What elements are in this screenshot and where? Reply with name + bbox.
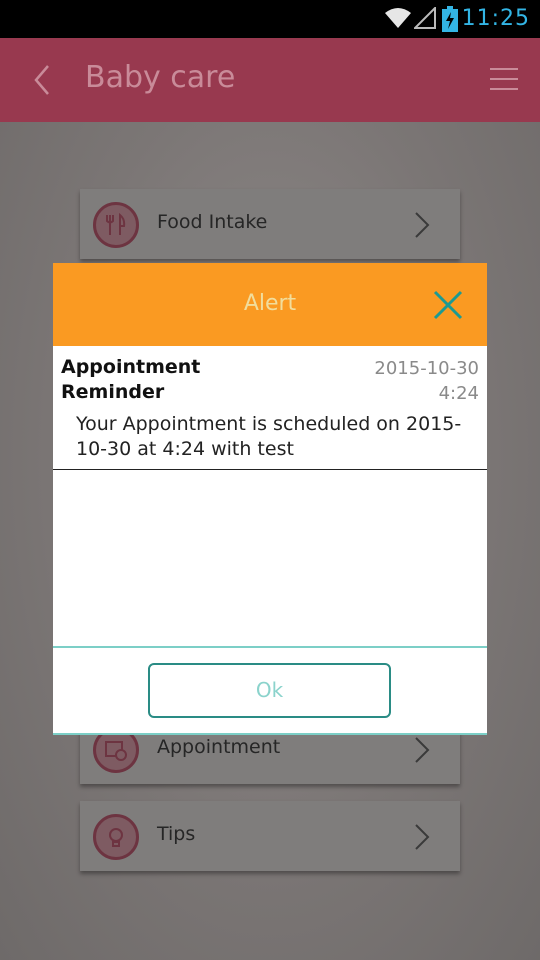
divider <box>53 733 487 735</box>
chevron-right-icon <box>414 823 430 855</box>
dialog-header: Alert <box>53 263 487 346</box>
alert-dialog: Alert Appointment Reminder 2015-10-30 4:… <box>53 263 487 735</box>
hamburger-menu-icon[interactable] <box>490 66 518 92</box>
message-date: 2015-10-30 <box>374 358 479 379</box>
app-bar: Baby care <box>0 38 540 122</box>
status-bar: 11:25 <box>0 0 540 38</box>
back-icon[interactable] <box>30 62 54 98</box>
close-icon[interactable] <box>432 289 464 321</box>
divider <box>53 646 487 648</box>
chevron-right-icon <box>414 211 430 243</box>
menu-item-tips[interactable]: Tips <box>80 801 460 871</box>
menu-item-label: Food Intake <box>157 211 268 233</box>
menu-item-label: Appointment <box>157 736 281 758</box>
dialog-title: Alert <box>243 291 297 316</box>
message-body: Your Appointment is scheduled on 2015-10… <box>76 413 462 460</box>
battery-charging-icon <box>442 6 458 36</box>
fork-knife-icon <box>93 202 139 248</box>
divider <box>53 469 487 470</box>
page-title: Baby care <box>85 60 236 95</box>
lightbulb-icon <box>93 814 139 860</box>
menu-item-food-intake[interactable]: Food Intake <box>80 189 460 259</box>
menu-item-label: Tips <box>157 823 196 845</box>
message-timestamp: 2015-10-30 4:24 <box>329 356 479 406</box>
message-time: 4:24 <box>438 383 479 404</box>
ok-button[interactable]: Ok <box>148 663 391 718</box>
chevron-right-icon <box>414 736 430 768</box>
signal-icon <box>412 5 436 33</box>
message-title: Appointment Reminder <box>61 356 201 403</box>
clock: 11:25 <box>461 6 530 31</box>
wifi-icon <box>384 6 412 34</box>
